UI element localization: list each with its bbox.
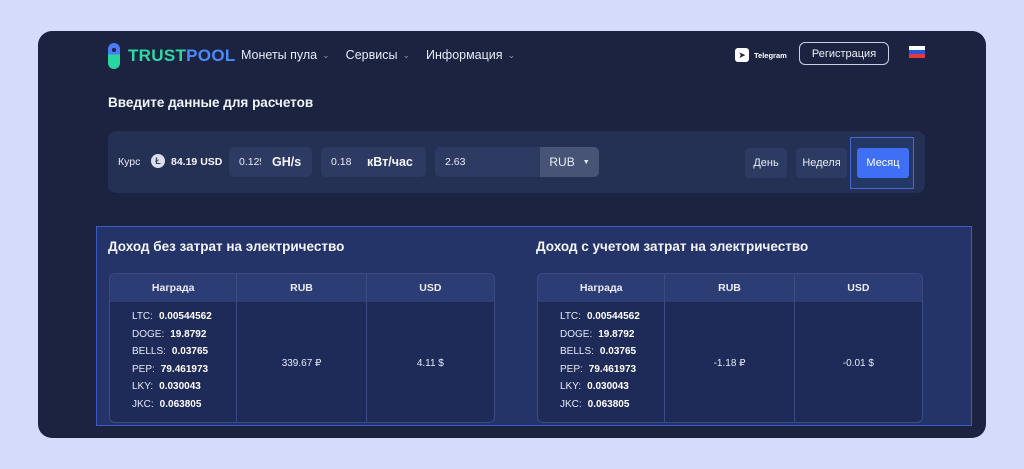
period-month-button[interactable]: Месяц xyxy=(857,148,909,178)
litecoin-icon: Ł xyxy=(151,154,165,168)
telegram-label: Telegram xyxy=(754,50,787,60)
logo-text: TRUSTPOOL xyxy=(128,46,236,66)
coin-row-jkc: JKC: 0.063805 xyxy=(560,399,664,417)
language-flag-icon[interactable] xyxy=(909,46,925,58)
income-without-cost-title: Доход без затрат на электричество xyxy=(108,239,345,254)
coin-amount: 79.461973 xyxy=(160,363,209,375)
hashrate-field[interactable]: 0.125 GH/s xyxy=(229,147,312,177)
coin-amount: 19.8792 xyxy=(598,328,635,340)
coin-amount: 0.00544562 xyxy=(158,311,212,322)
income-with-cost-table: Награда RUB USD LTC: 0.00544562 DOGE: 19.8… xyxy=(537,273,923,423)
coin-name: DOGE: xyxy=(132,328,165,340)
coin-name: JKC: xyxy=(560,398,582,410)
coin-amount: 0.063805 xyxy=(159,398,202,410)
column-header-rub: RUB xyxy=(237,274,367,302)
nav-item-label: Монеты пула xyxy=(241,48,318,62)
results-panel: Доход без затрат на электричество Доход … xyxy=(96,226,972,426)
coin-amount: 0.030043 xyxy=(587,381,629,393)
reward-list: LTC: 0.00544562 DOGE: 19.8792 BELLS: 0.0376… xyxy=(538,302,666,422)
logo-text-trust: TRUST xyxy=(128,46,187,65)
coin-amount: 0.00544562 xyxy=(586,311,640,322)
table-row: LTC: 0.00544562 DOGE: 19.8792 BELLS: 0.0376… xyxy=(110,302,494,422)
coin-row-doge: DOGE: 19.8792 xyxy=(132,329,236,347)
rate-label: Курс xyxy=(118,156,141,168)
coin-amount: 79.461973 xyxy=(588,363,637,375)
register-button[interactable]: Регистрация xyxy=(799,42,889,65)
coin-name: LKY: xyxy=(560,381,582,393)
telegram-link[interactable]: ➤ Telegram xyxy=(735,48,787,62)
flag-stripe-red xyxy=(909,54,925,58)
coin-name: BELLS: xyxy=(560,346,594,358)
column-header-reward: Награда xyxy=(538,274,666,302)
caret-down-icon: ▼ xyxy=(582,158,590,166)
chevron-down-icon: ⌄ xyxy=(507,49,516,60)
coin-amount: 0.03765 xyxy=(599,346,637,358)
coin-amount: 19.8792 xyxy=(170,328,207,340)
column-header-rub: RUB xyxy=(665,274,795,302)
income-with-cost-title: Доход с учетом затрат на электричество xyxy=(536,239,809,254)
logo[interactable]: TRUSTPOOL xyxy=(108,43,236,69)
coin-row-jkc: JKC: 0.063805 xyxy=(132,399,236,417)
coin-name: LTC: xyxy=(560,311,581,322)
coin-row-bells: BELLS: 0.03765 xyxy=(132,346,236,364)
income-rub-value: -1.18 ₽ xyxy=(665,302,795,422)
column-header-reward: Награда xyxy=(110,274,238,302)
electricity-price-input[interactable]: 2.63 xyxy=(435,156,465,168)
coin-row-lky: LKY: 0.030043 xyxy=(560,381,664,399)
coin-name: JKC: xyxy=(132,398,154,410)
electricity-price-field[interactable]: 2.63 RUB ▼ xyxy=(435,147,599,177)
hashrate-input[interactable]: 0.125 xyxy=(229,156,261,168)
period-week-button[interactable]: Неделя xyxy=(796,148,847,178)
logo-text-pool: POOL xyxy=(186,46,236,65)
table-header: Награда RUB USD xyxy=(110,274,494,302)
chevron-down-icon: ⌄ xyxy=(402,49,411,60)
coin-name: PEP: xyxy=(560,363,583,375)
rate-value: 84.19 USD xyxy=(171,156,223,168)
coin-row-bells: BELLS: 0.03765 xyxy=(560,346,664,364)
coin-row-ltc: LTC: 0.00544562 xyxy=(560,311,664,329)
main-nav: Монеты пула ⌄ Сервисы ⌄ Информация ⌄ xyxy=(241,48,515,62)
coin-name: LKY: xyxy=(132,381,154,393)
nav-item-pool-coins[interactable]: Монеты пула ⌄ xyxy=(241,48,330,62)
calc-section-title: Введите данные для расчетов xyxy=(108,95,314,110)
currency-select[interactable]: RUB ▼ xyxy=(540,147,599,177)
coin-amount: 0.03765 xyxy=(171,346,209,358)
coin-row-pep: PEP: 79.461973 xyxy=(560,364,664,382)
income-usd-value: 4.11 $ xyxy=(416,357,444,369)
period-month-focus-frame: Месяц xyxy=(850,137,914,189)
nav-item-information[interactable]: Информация ⌄ xyxy=(426,48,515,62)
column-header-usd: USD xyxy=(847,282,870,294)
coin-row-pep: PEP: 79.461973 xyxy=(132,364,236,382)
nav-item-label: Информация xyxy=(426,48,503,62)
coin-name: BELLS: xyxy=(132,346,166,358)
column-header-usd: USD xyxy=(419,282,442,294)
telegram-icon: ➤ xyxy=(735,48,749,62)
coin-row-ltc: LTC: 0.00544562 xyxy=(132,311,236,329)
table-row: LTC: 0.00544562 DOGE: 19.8792 BELLS: 0.0376… xyxy=(538,302,922,422)
power-field[interactable]: 0.18 кВт/час xyxy=(321,147,426,177)
power-unit: кВт/час xyxy=(367,155,413,169)
app-window: TRUSTPOOL Монеты пула ⌄ Сервисы ⌄ Информ… xyxy=(38,31,986,438)
nav-item-label: Сервисы xyxy=(345,48,398,62)
chevron-down-icon: ⌄ xyxy=(322,49,330,60)
currency-value: RUB xyxy=(549,155,575,169)
coin-amount: 0.030043 xyxy=(159,381,201,393)
income-rub-value: 339.67 ₽ xyxy=(237,302,367,422)
reward-list: LTC: 0.00544562 DOGE: 19.8792 BELLS: 0.0376… xyxy=(110,302,238,422)
coin-name: PEP: xyxy=(132,363,155,375)
coin-row-doge: DOGE: 19.8792 xyxy=(560,329,664,347)
logo-icon xyxy=(108,43,120,69)
table-header: Награда RUB USD xyxy=(538,274,922,302)
coin-name: LTC: xyxy=(132,311,153,322)
coin-amount: 0.063805 xyxy=(587,398,630,410)
coin-name: DOGE: xyxy=(560,328,593,340)
period-day-button[interactable]: День xyxy=(745,148,787,178)
calculator-panel: Курс Ł 84.19 USD 0.125 GH/s 0.18 кВт/час… xyxy=(108,131,925,193)
nav-item-services[interactable]: Сервисы ⌄ xyxy=(346,48,410,62)
hashrate-unit: GH/s xyxy=(272,155,302,169)
coin-row-lky: LKY: 0.030043 xyxy=(132,381,236,399)
income-usd-value: -0.01 $ xyxy=(842,357,874,369)
income-without-cost-table: Награда RUB USD LTC: 0.00544562 DOGE: 19.8… xyxy=(109,273,495,423)
power-input[interactable]: 0.18 xyxy=(321,156,351,168)
